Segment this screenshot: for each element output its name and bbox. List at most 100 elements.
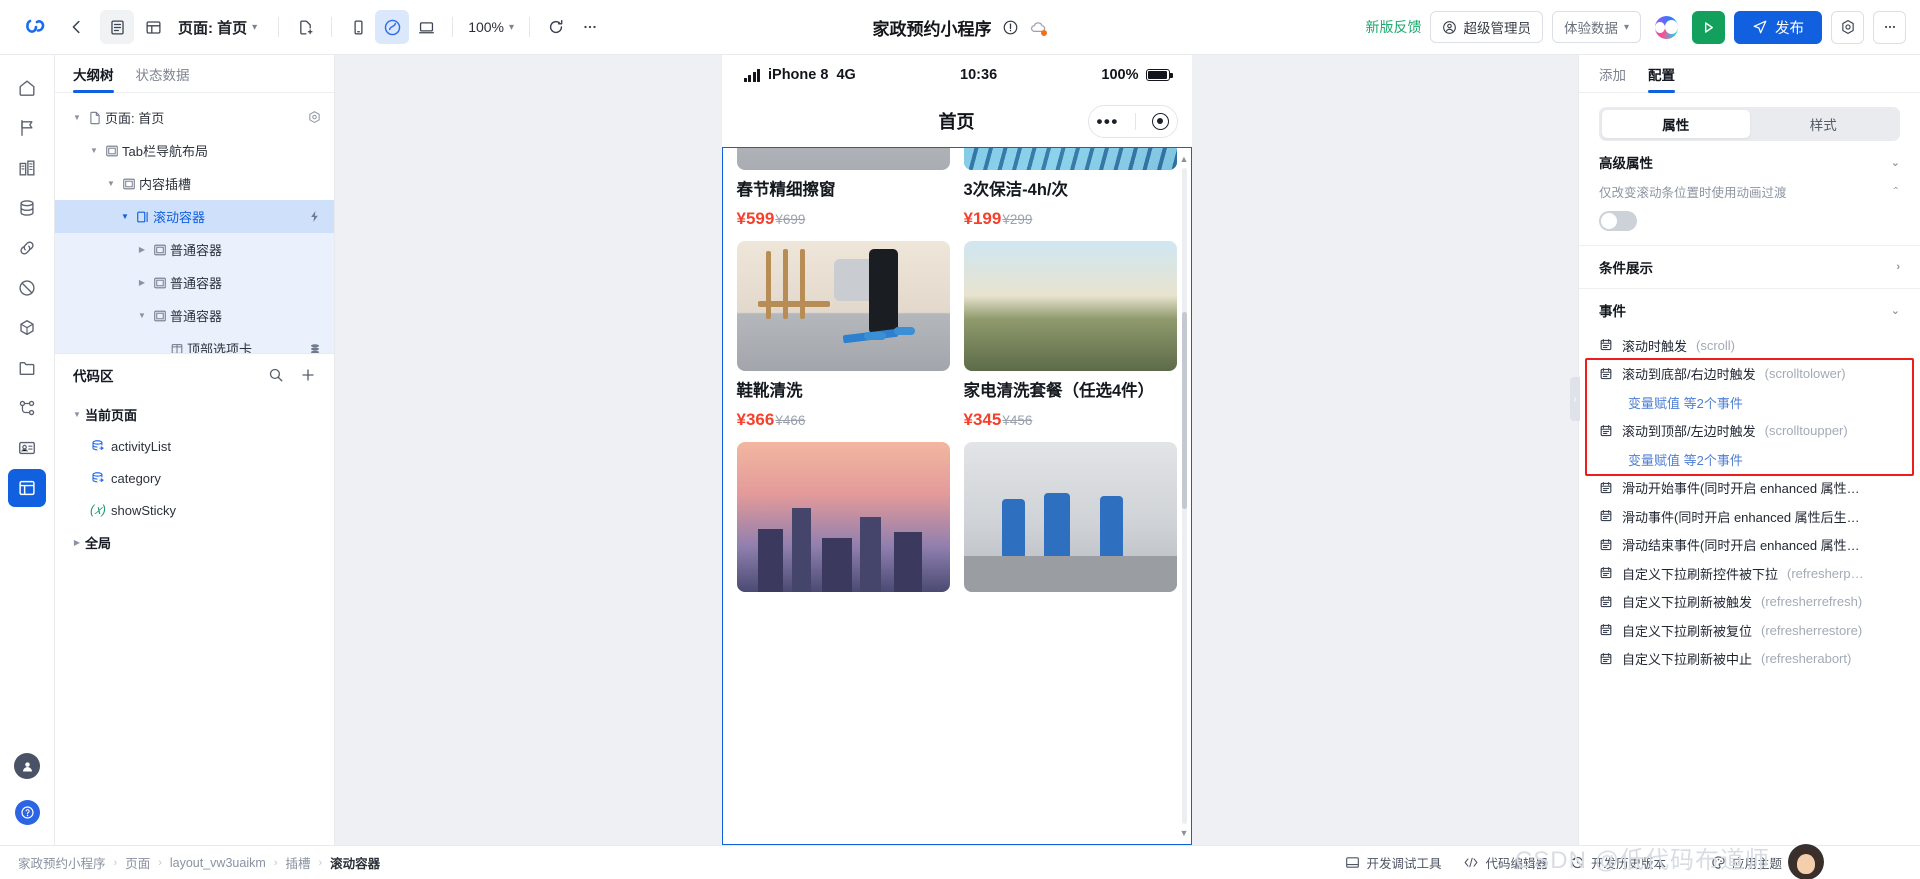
scrollbar-thumb[interactable] bbox=[1181, 312, 1187, 510]
chevron-up-icon[interactable]: ▲ bbox=[1180, 154, 1189, 164]
section-condition-display[interactable]: 条件展示 › bbox=[1579, 246, 1920, 288]
rail-item-home[interactable] bbox=[8, 69, 46, 107]
rail-item-editor[interactable] bbox=[8, 469, 46, 507]
footer-apply-theme[interactable]: 应用主题 bbox=[1711, 853, 1782, 872]
zoom-selector[interactable]: 100% ▾ bbox=[462, 19, 520, 35]
plus-icon[interactable] bbox=[300, 367, 316, 383]
refresh-icon[interactable] bbox=[539, 10, 573, 44]
chevron-down-icon[interactable]: ▼ bbox=[1180, 828, 1189, 838]
event-row-touchend[interactable]: 滑动结束事件(同时开启 enhanced 属性… bbox=[1579, 531, 1920, 560]
event-row-touchmove[interactable]: 滑动事件(同时开启 enhanced 属性后生… bbox=[1579, 502, 1920, 531]
event-row-touchstart[interactable]: 滑动开始事件(同时开启 enhanced 属性… bbox=[1579, 474, 1920, 503]
scrollbar-track[interactable] bbox=[1181, 168, 1187, 824]
more-horizontal-icon[interactable] bbox=[1873, 10, 1906, 44]
tree-row[interactable]: ▼ 页面: 首页 bbox=[55, 101, 334, 134]
grid-view-icon[interactable] bbox=[136, 10, 170, 44]
event-row-refresherabort[interactable]: 自定义下拉刷新被中止 (refresherabort) bbox=[1579, 645, 1920, 674]
breadcrumb-item[interactable]: 插槽 bbox=[285, 853, 310, 872]
rail-item-data[interactable] bbox=[8, 189, 46, 227]
chevron-right-icon[interactable]: ▶ bbox=[69, 538, 85, 547]
help-circle-icon[interactable] bbox=[8, 793, 46, 831]
footer-history-versions[interactable]: 开发历史版本 bbox=[1570, 853, 1666, 872]
tree-row[interactable]: ▼ Tab栏导航布局 bbox=[55, 134, 334, 167]
settings-hexagon-icon[interactable] bbox=[307, 110, 322, 125]
chevron-down-icon[interactable]: ▼ bbox=[86, 146, 102, 155]
breadcrumb-item[interactable]: layout_vw3uaikm bbox=[170, 856, 266, 870]
ai-assistant-icon[interactable] bbox=[1650, 11, 1683, 44]
animation-toggle[interactable] bbox=[1599, 211, 1637, 231]
bolt-icon[interactable] bbox=[307, 209, 322, 224]
chevron-down-icon[interactable]: ▼ bbox=[103, 179, 119, 188]
target-circle-icon[interactable] bbox=[1151, 112, 1169, 130]
chevron-down-icon[interactable]: ⌄ bbox=[1891, 156, 1900, 169]
event-row-refresherrestore[interactable]: 自定义下拉刷新被复位 (refresherrestore) bbox=[1579, 616, 1920, 645]
section-advanced-properties[interactable]: 高级属性 ⌄ bbox=[1579, 141, 1920, 183]
cloud-status-icon[interactable] bbox=[1029, 18, 1048, 37]
tree-row-scroll-container[interactable]: ▼ 滚动容器 bbox=[55, 200, 334, 233]
event-action-summary[interactable]: 变量赋值 等2个事件 bbox=[1579, 445, 1920, 474]
product-card[interactable]: 鞋靴清洗 ¥366 ¥466 bbox=[736, 240, 950, 430]
info-circle-icon[interactable] bbox=[1002, 19, 1019, 36]
chevron-down-icon[interactable]: ▼ bbox=[69, 113, 85, 122]
product-card[interactable] bbox=[963, 441, 1177, 592]
rail-item-model[interactable] bbox=[8, 309, 46, 347]
product-card[interactable]: 春节精细擦窗 ¥599 ¥699 bbox=[736, 148, 950, 229]
more-dots-icon[interactable]: ••• bbox=[1096, 113, 1118, 130]
preview-scrollbar[interactable]: ▲ ▼ bbox=[1180, 154, 1189, 838]
tab-add[interactable]: 添加 bbox=[1599, 55, 1626, 93]
desktop-device-icon[interactable] bbox=[409, 10, 443, 44]
event-action-summary[interactable]: 变量赋值 等2个事件 bbox=[1579, 388, 1920, 417]
publish-button[interactable]: 发布 bbox=[1734, 10, 1822, 44]
tab-outline-tree[interactable]: 大纲树 bbox=[73, 55, 114, 93]
rail-item-assets[interactable] bbox=[8, 349, 46, 387]
breadcrumb-item[interactable]: 家政预约小程序 bbox=[18, 853, 106, 872]
chevron-down-icon[interactable]: ⌄ bbox=[1891, 304, 1900, 317]
chevron-down-icon[interactable]: ▼ bbox=[69, 410, 85, 419]
footer-code-editor[interactable]: 代码编辑器 bbox=[1463, 853, 1548, 872]
tree-row[interactable]: ▶ 普通容器 bbox=[55, 233, 334, 266]
feedback-link[interactable]: 新版反馈 bbox=[1365, 17, 1421, 37]
mobile-device-icon[interactable] bbox=[341, 10, 375, 44]
tree-row[interactable]: 顶部选项卡 bbox=[55, 332, 334, 353]
miniprogram-device-icon[interactable] bbox=[375, 10, 410, 44]
back-arrow-icon[interactable] bbox=[60, 10, 94, 44]
code-group-current-page[interactable]: ▼ 当前页面 bbox=[55, 398, 334, 430]
rail-item-connector[interactable] bbox=[8, 229, 46, 267]
product-card[interactable] bbox=[736, 441, 950, 592]
account-avatar-icon[interactable] bbox=[8, 747, 46, 785]
footer-debug-tools[interactable]: 开发调试工具 bbox=[1345, 853, 1441, 872]
event-row-refresherrefresh[interactable]: 自定义下拉刷新被触发 (refresherrefresh) bbox=[1579, 588, 1920, 617]
chevron-down-icon[interactable]: ▼ bbox=[134, 311, 150, 320]
new-page-icon[interactable] bbox=[288, 10, 322, 44]
page-selector[interactable]: 页面: 首页 ▾ bbox=[178, 17, 257, 38]
rail-item-members[interactable] bbox=[8, 429, 46, 467]
panel-collapse-handle[interactable]: › bbox=[1570, 377, 1580, 421]
search-icon[interactable] bbox=[268, 367, 284, 383]
more-horizontal-icon[interactable] bbox=[573, 10, 607, 44]
event-row-scrolltoupper[interactable]: 滚动到顶部/左边时触发 (scrolltoupper) bbox=[1579, 417, 1920, 446]
chevron-up-icon[interactable]: ⌃ bbox=[1892, 186, 1900, 197]
stack-icon[interactable] bbox=[308, 342, 322, 353]
rail-item-pages[interactable] bbox=[8, 109, 46, 147]
event-row-scrolltolower[interactable]: 滚动到底部/右边时触发 (scrolltolower) bbox=[1579, 360, 1920, 389]
tree-row[interactable]: ▼ 内容插槽 bbox=[55, 167, 334, 200]
rail-item-workflow[interactable] bbox=[8, 389, 46, 427]
product-card[interactable]: 3次保洁-4h/次 ¥199 ¥299 bbox=[963, 148, 1177, 229]
role-button[interactable]: 超级管理员 bbox=[1430, 11, 1543, 43]
environment-selector[interactable]: 体验数据 ▾ bbox=[1551, 11, 1641, 43]
tab-state-data[interactable]: 状态数据 bbox=[136, 55, 190, 93]
capsule-button[interactable]: ••• bbox=[1087, 104, 1178, 138]
scroll-container-preview[interactable]: 春节精细擦窗 ¥599 ¥699 3次保洁-4h/次 ¥199 ¥299 鞋靴清… bbox=[721, 147, 1192, 845]
play-preview-icon[interactable] bbox=[1692, 10, 1725, 44]
chevron-down-icon[interactable]: ▼ bbox=[117, 212, 133, 221]
chevron-right-icon[interactable]: ▶ bbox=[134, 278, 150, 287]
code-item-category[interactable]: category bbox=[55, 462, 334, 494]
tab-config[interactable]: 配置 bbox=[1648, 55, 1675, 93]
list-view-icon[interactable] bbox=[100, 10, 134, 44]
segment-styles[interactable]: 样式 bbox=[1750, 110, 1898, 138]
rail-item-permission[interactable] bbox=[8, 269, 46, 307]
event-row-scroll[interactable]: 滚动时触发 (scroll) bbox=[1579, 331, 1920, 360]
chevron-right-icon[interactable]: › bbox=[1896, 261, 1900, 273]
event-row-refresherpulling[interactable]: 自定义下拉刷新控件被下拉 (refresherp… bbox=[1579, 559, 1920, 588]
code-item-showSticky[interactable]: (𝑥) showSticky bbox=[55, 494, 334, 526]
